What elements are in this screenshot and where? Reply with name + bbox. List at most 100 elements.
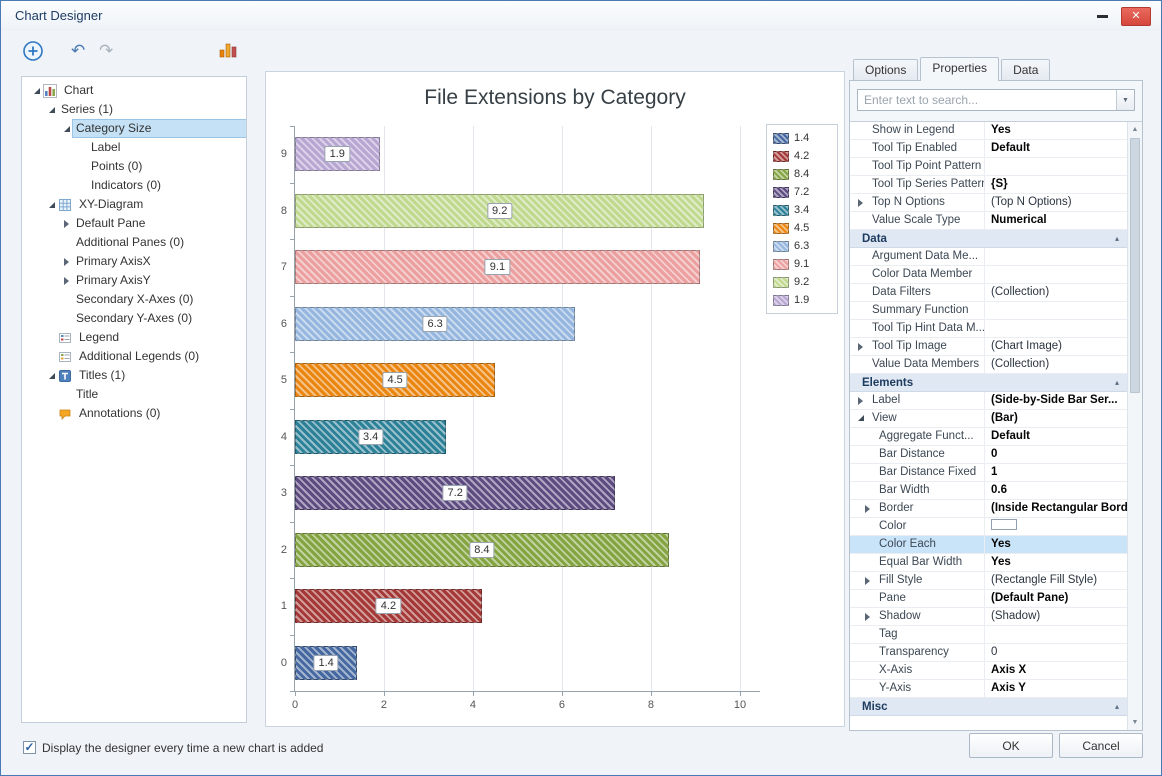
cancel-button[interactable]: Cancel [1059, 733, 1143, 758]
tree-item-label[interactable]: Label [22, 138, 246, 157]
property-value: (Inside Rectangular Bord... [991, 502, 1127, 514]
palette-button[interactable] [219, 41, 238, 63]
collapse-icon[interactable]: ▴ [1115, 378, 1119, 387]
legend-item[interactable]: 7.2 [773, 183, 837, 201]
y-axis-label: 2 [280, 543, 287, 556]
legend-item[interactable]: 8.4 [773, 165, 837, 183]
property-row-transparency[interactable]: Transparency 0 [850, 644, 1127, 662]
property-row-bar-distance[interactable]: Bar Distance 0 [850, 446, 1127, 464]
tree-item-indicators-0[interactable]: Indicators (0) [22, 176, 246, 195]
property-row-tool-tip-hint-data-m[interactable]: Tool Tip Hint Data M... [850, 320, 1127, 338]
tree-item-series-1[interactable]: Series (1) [22, 100, 246, 119]
collapsed-icon[interactable] [865, 613, 870, 621]
scroll-up-icon[interactable]: ▲ [1128, 122, 1142, 137]
category-misc[interactable]: Misc ▴ [850, 698, 1127, 716]
search-dropdown-button[interactable]: ▼ [1116, 90, 1134, 110]
minimize-button[interactable] [1089, 7, 1115, 26]
property-row-aggregate-funct[interactable]: Aggregate Funct... Default [850, 428, 1127, 446]
tree-item-additional-panes-0[interactable]: Additional Panes (0) [22, 233, 246, 252]
property-row-value-scale-type[interactable]: Value Scale Type Numerical [850, 212, 1127, 230]
tree-item-annotations-0[interactable]: Annotations (0) [22, 404, 246, 423]
tree-item-category-size[interactable]: Category Size [22, 119, 246, 138]
legend-item[interactable]: 4.2 [773, 147, 837, 165]
tree-item-points-0[interactable]: Points (0) [22, 157, 246, 176]
property-row-value-data-members[interactable]: Value Data Members (Collection) [850, 356, 1127, 374]
property-row-color[interactable]: Color [850, 518, 1127, 536]
scrollbar-thumb[interactable] [1130, 138, 1140, 393]
property-row-tool-tip-image[interactable]: Tool Tip Image (Chart Image) [850, 338, 1127, 356]
titlebar[interactable]: Chart Designer ✕ [1, 1, 1161, 31]
legend-item[interactable]: 9.1 [773, 255, 837, 273]
property-row-view[interactable]: View (Bar) [850, 410, 1127, 428]
scroll-down-icon[interactable]: ▼ [1128, 715, 1142, 730]
property-row-argument-data-me[interactable]: Argument Data Me... [850, 248, 1127, 266]
collapsed-icon[interactable] [865, 577, 870, 585]
property-search-input[interactable] [858, 90, 1114, 110]
tab-properties[interactable]: Properties [920, 57, 1000, 81]
chart-legend[interactable]: 1.4 4.2 8.4 7.2 3.4 4.5 6.3 9.1 9.2 1.9 [766, 124, 838, 314]
property-row-top-n-options[interactable]: Top N Options (Top N Options) [850, 194, 1127, 212]
property-row-summary-function[interactable]: Summary Function [850, 302, 1127, 320]
collapsed-icon[interactable] [858, 343, 863, 351]
tree-item-title[interactable]: Title [22, 385, 246, 404]
collapse-icon[interactable]: ▴ [1115, 234, 1119, 243]
tree-item-secondary-y-axes-0[interactable]: Secondary Y-Axes (0) [22, 309, 246, 328]
tree-item-additional-legends-0[interactable]: Additional Legends (0) [22, 347, 246, 366]
property-row-equal-bar-width[interactable]: Equal Bar Width Yes [850, 554, 1127, 572]
tree-item-legend[interactable]: Legend [22, 328, 246, 347]
legend-item[interactable]: 9.2 [773, 273, 837, 291]
collapsed-icon[interactable] [858, 397, 863, 405]
property-name: Aggregate Funct... [850, 428, 985, 445]
property-row-tool-tip-series-pattern[interactable]: Tool Tip Series Pattern {S} [850, 176, 1127, 194]
undo-button[interactable]: ↶ [71, 41, 85, 61]
property-row-border[interactable]: Border (Inside Rectangular Bord... [850, 500, 1127, 518]
tab-options[interactable]: Options [853, 59, 919, 81]
property-row-bar-distance-fixed[interactable]: Bar Distance Fixed 1 [850, 464, 1127, 482]
redo-button[interactable]: ↷ [99, 41, 113, 61]
property-row-tool-tip-enabled[interactable]: Tool Tip Enabled Default [850, 140, 1127, 158]
expanded-icon[interactable] [858, 415, 864, 421]
tree-item-primary-axisx[interactable]: Primary AxisX [22, 252, 246, 271]
tree-item-titles-1[interactable]: Titles (1) [22, 366, 246, 385]
legend-item[interactable]: 6.3 [773, 237, 837, 255]
category-label: Elements [862, 376, 914, 389]
property-row-show-in-legend[interactable]: Show in Legend Yes [850, 122, 1127, 140]
property-row-color-each[interactable]: Color Each Yes [850, 536, 1127, 554]
property-row-color-data-member[interactable]: Color Data Member [850, 266, 1127, 284]
property-row-label[interactable]: Label (Side-by-Side Bar Ser... [850, 392, 1127, 410]
property-row-bar-width[interactable]: Bar Width 0.6 [850, 482, 1127, 500]
property-grid-scrollbar[interactable]: ▲ ▼ [1127, 122, 1142, 730]
chart-designer-window: Chart Designer ✕ ↶ ↷ Chart Series (1) Cate… [0, 0, 1162, 776]
tree-item-xy-diagram[interactable]: XY-Diagram [22, 195, 246, 214]
collapsed-icon[interactable] [865, 505, 870, 513]
tree-item-chart[interactable]: Chart [22, 81, 246, 100]
ok-button[interactable]: OK [969, 733, 1053, 758]
category-data[interactable]: Data ▴ [850, 230, 1127, 248]
property-grid: Show in Legend Yes Tool Tip Enabled Default… [850, 122, 1127, 730]
property-name: Top N Options [850, 194, 985, 211]
collapse-icon[interactable]: ▴ [1115, 702, 1119, 711]
add-chart-element-button[interactable] [21, 39, 45, 63]
legend-label: 8.4 [794, 168, 810, 180]
color-swatch[interactable] [991, 519, 1017, 530]
property-row-tag[interactable]: Tag [850, 626, 1127, 644]
tree-item-default-pane[interactable]: Default Pane [22, 214, 246, 233]
property-row-shadow[interactable]: Shadow (Shadow) [850, 608, 1127, 626]
close-button[interactable]: ✕ [1121, 7, 1151, 26]
tree-item-primary-axisy[interactable]: Primary AxisY [22, 271, 246, 290]
tree-item-secondary-x-axes-0[interactable]: Secondary X-Axes (0) [22, 290, 246, 309]
property-row-y-axis[interactable]: Y-Axis Axis Y [850, 680, 1127, 698]
property-row-x-axis[interactable]: X-Axis Axis X [850, 662, 1127, 680]
legend-item[interactable]: 3.4 [773, 201, 837, 219]
property-row-pane[interactable]: Pane (Default Pane) [850, 590, 1127, 608]
collapsed-icon[interactable] [858, 199, 863, 207]
legend-item[interactable]: 4.5 [773, 219, 837, 237]
property-row-fill-style[interactable]: Fill Style (Rectangle Fill Style) [850, 572, 1127, 590]
category-elements[interactable]: Elements ▴ [850, 374, 1127, 392]
tab-data[interactable]: Data [1001, 59, 1051, 81]
legend-item[interactable]: 1.4 [773, 129, 837, 147]
property-row-tool-tip-point-pattern[interactable]: Tool Tip Point Pattern [850, 158, 1127, 176]
property-row-data-filters[interactable]: Data Filters (Collection) [850, 284, 1127, 302]
legend-item[interactable]: 1.9 [773, 291, 837, 309]
show-designer-checkbox[interactable]: ✓ [23, 741, 36, 754]
